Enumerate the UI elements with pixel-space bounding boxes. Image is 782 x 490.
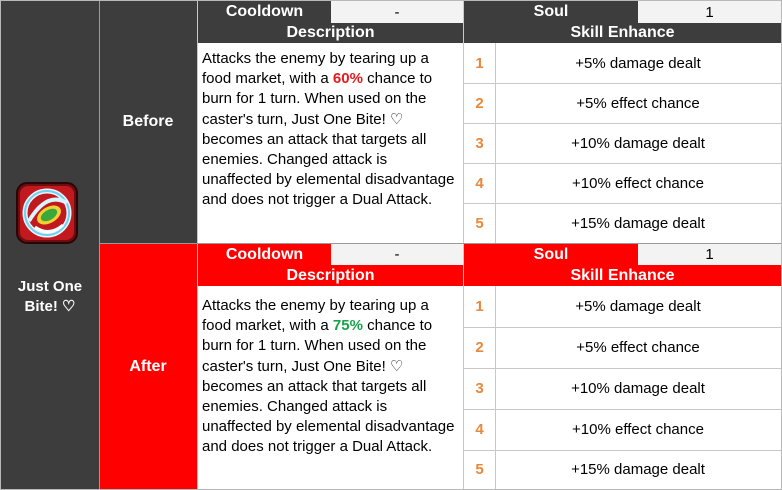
enhance-effect: +10% effect chance <box>572 421 704 438</box>
enhance-level: 1 <box>475 298 484 315</box>
divider <box>464 203 781 204</box>
enhance-effect: +5% damage dealt <box>575 54 701 72</box>
cooldown-value: - <box>331 1 463 23</box>
divider <box>495 43 496 243</box>
chance-percent: 60% <box>332 70 363 88</box>
enhance-effect: +5% effect chance <box>576 339 700 356</box>
soul-label: Soul <box>464 244 638 265</box>
skill-icon <box>15 181 79 245</box>
divider <box>464 163 781 164</box>
cooldown-value: - <box>331 244 463 265</box>
soul-value: 1 <box>638 1 781 23</box>
divider <box>463 1 464 489</box>
description-text: chance to burn for 1 turn. When used on … <box>202 317 455 456</box>
phase-label-before: Before <box>99 1 197 243</box>
skill-description: Attacks the enemy by tearing up a food m… <box>198 43 463 243</box>
enhance-level: 3 <box>475 380 484 397</box>
enhance-level: 2 <box>475 339 484 356</box>
enhance-list-before: 1 +5% damage dealt 2 +5% effect chance 3… <box>464 43 781 243</box>
cooldown-label: Cooldown <box>198 1 331 23</box>
enhance-effect: +15% damage dealt <box>571 461 705 478</box>
divider <box>99 243 781 244</box>
enhance-effect: +15% damage dealt <box>571 214 705 232</box>
divider <box>464 327 781 328</box>
divider <box>464 409 781 410</box>
enhance-effect: +5% effect chance <box>576 94 700 112</box>
enhance-level: 5 <box>475 214 484 232</box>
divider <box>99 1 100 489</box>
divider <box>464 83 781 84</box>
skill-comparison-table: Just One Bite! ♡ Before Cooldown - Soul … <box>0 0 782 490</box>
enhance-level: 4 <box>475 174 484 192</box>
enhance-level: 1 <box>475 54 484 72</box>
cooldown-label: Cooldown <box>198 244 331 265</box>
description-header: Description <box>198 23 463 43</box>
enhance-effect: +5% damage dealt <box>575 298 701 315</box>
chance-percent: 75% <box>332 317 363 335</box>
enhance-effect: +10% effect chance <box>572 174 704 192</box>
enhance-level: 2 <box>475 94 484 112</box>
enhance-level: 5 <box>475 461 484 478</box>
divider <box>464 123 781 124</box>
skill-name: Just One Bite! ♡ <box>17 278 83 315</box>
enhance-list-after: 1 +5% damage dealt 2 +5% effect chance 3… <box>464 286 781 489</box>
skill-enhance-header: Skill Enhance <box>464 23 781 43</box>
enhance-effect: +10% damage dealt <box>571 134 705 152</box>
enhance-level: 3 <box>475 134 484 152</box>
description-text: chance to burn for 1 turn. When used on … <box>202 70 455 209</box>
enhance-level: 4 <box>475 421 484 438</box>
enhance-effect: +10% damage dealt <box>571 380 705 397</box>
divider <box>464 368 781 369</box>
phase-label-after: After <box>99 244 197 489</box>
skill-description: Attacks the enemy by tearing up a food m… <box>198 286 463 489</box>
divider <box>495 286 496 489</box>
soul-value: 1 <box>638 244 781 265</box>
skill-enhance-header: Skill Enhance <box>464 265 781 286</box>
soul-label: Soul <box>464 1 638 23</box>
description-header: Description <box>198 265 463 286</box>
divider <box>197 1 198 489</box>
divider <box>464 450 781 451</box>
